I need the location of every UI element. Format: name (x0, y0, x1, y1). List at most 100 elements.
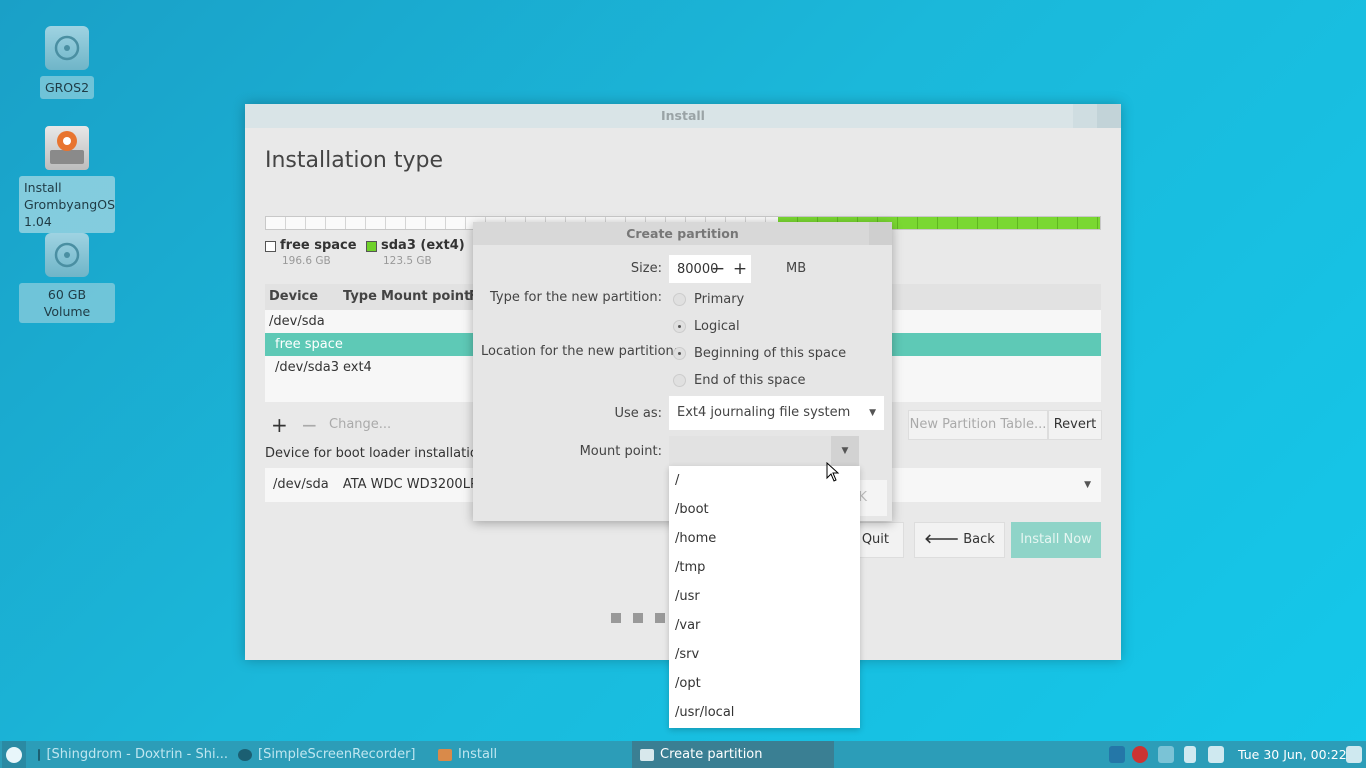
window-titlebar[interactable]: Install (245, 104, 1121, 128)
boot-device: /dev/sda (273, 477, 329, 492)
use-as-value: Ext4 journaling file system (677, 405, 851, 420)
radio-label: Primary (694, 292, 745, 307)
desktop-icon-60gb-volume[interactable]: 60 GB Volume (19, 233, 115, 323)
arrow-left-icon: 🡐 (924, 532, 960, 547)
radio-circle-checked (673, 320, 686, 333)
start-menu-icon (6, 746, 22, 763)
installer-icon (45, 126, 89, 170)
drive-icon (45, 26, 89, 70)
add-partition-button[interactable]: + (271, 413, 288, 437)
screenshot-icon[interactable] (1346, 746, 1362, 763)
back-label: Back (963, 532, 995, 547)
radio-circle (673, 374, 686, 387)
dropdown-option-usr-local[interactable]: /usr/local (669, 698, 860, 727)
radio-end[interactable]: End of this space (673, 373, 806, 388)
record-icon[interactable] (1132, 746, 1148, 763)
legend-name: sda3 (ext4) (381, 238, 465, 253)
dropdown-option-srv[interactable]: /srv (669, 640, 860, 669)
plus-icon[interactable]: + (729, 259, 751, 279)
mount-point-dropdown[interactable]: / /boot /home /tmp /usr /var /srv /opt /… (669, 466, 860, 728)
minus-icon[interactable]: − (707, 259, 729, 279)
dropdown-option-boot[interactable]: /boot (669, 495, 860, 524)
volume-icon[interactable] (1208, 746, 1224, 763)
mouse-cursor-icon (826, 462, 840, 482)
dropdown-option-tmp[interactable]: /tmp (669, 553, 860, 582)
taskbar-item-install[interactable]: Install (432, 741, 628, 768)
radio-label: Beginning of this space (694, 346, 847, 361)
row-type: ext4 (343, 360, 372, 375)
radio-primary[interactable]: Primary (673, 292, 744, 307)
taskbar-item-label: Create partition (660, 747, 763, 762)
legend-size: 196.6 GB (282, 255, 331, 267)
progress-dot (611, 613, 621, 623)
use-as-label: Use as: (614, 406, 662, 421)
dropdown-option-opt[interactable]: /opt (669, 669, 860, 698)
chevron-down-icon: ▼ (869, 408, 876, 418)
radio-logical[interactable]: Logical (673, 319, 740, 334)
size-unit: MB (786, 261, 807, 276)
legend-name: free space (280, 238, 357, 253)
page-title: Installation type (265, 148, 443, 173)
radio-label: End of this space (694, 373, 806, 388)
progress-dots (611, 613, 665, 623)
type-label: Type for the new partition: (489, 290, 662, 305)
battery-icon[interactable] (1184, 746, 1196, 763)
dialog-close-button[interactable] (869, 222, 892, 245)
recorder-icon (238, 748, 252, 761)
network-icon[interactable] (1158, 746, 1174, 763)
row-device: /dev/sda3 (275, 360, 339, 375)
radio-label: Logical (694, 319, 740, 334)
size-label: Size: (630, 261, 662, 276)
col-mount-point[interactable]: Mount point (377, 284, 470, 310)
dropdown-option-var[interactable]: /var (669, 611, 860, 640)
taskbar-item-label: [Shingdrom - Doxtrin - Shi... (46, 747, 228, 762)
back-button[interactable]: 🡐 Back (914, 522, 1005, 558)
row-device: free space (275, 337, 343, 352)
size-input[interactable]: 80000 (669, 262, 718, 277)
progress-dot (655, 613, 665, 623)
location-label: Location for the new partition: (481, 344, 679, 359)
progress-dot (633, 613, 643, 623)
legend-size: 123.5 GB (383, 255, 432, 267)
dropdown-option-usr[interactable]: /usr (669, 582, 860, 611)
install-now-button[interactable]: Install Now (1011, 522, 1101, 558)
col-device[interactable]: Device (265, 284, 339, 310)
taskbar-item-create-partition[interactable]: Create partition (632, 741, 834, 768)
taskbar-item-shingdrom[interactable]: [Shingdrom - Doxtrin - Shi... (32, 741, 228, 768)
installer-icon (438, 748, 452, 761)
radio-beginning[interactable]: Beginning of this space (673, 346, 846, 361)
boot-loader-label: Device for boot loader installation: (265, 446, 491, 461)
legend-swatch (265, 241, 276, 252)
desktop-icon-gros2[interactable]: GROS2 (19, 26, 115, 99)
size-spinbutton[interactable]: 80000 − + (669, 255, 751, 283)
drive-icon (45, 233, 89, 277)
row-device: /dev/sda (269, 314, 325, 329)
dropdown-option-home[interactable]: /home (669, 524, 860, 553)
radio-circle (673, 293, 686, 306)
window-controls[interactable] (1073, 104, 1121, 128)
legend-swatch (366, 241, 377, 252)
radio-circle-checked (673, 347, 686, 360)
new-partition-table-button[interactable]: New Partition Table... (908, 410, 1048, 440)
col-type[interactable]: Type (339, 284, 377, 310)
desktop-icon-label: Install GrombyangOS 1.04 (19, 176, 115, 233)
window-icon (640, 748, 654, 761)
clock[interactable]: Tue 30 Jun, 00:22 (1238, 741, 1347, 768)
start-menu-button[interactable] (2, 741, 26, 768)
terminal-icon (38, 748, 41, 761)
taskbar: [Shingdrom - Doxtrin - Shi... [SimpleScr… (0, 741, 1366, 768)
legend-sda3: sda3 (ext4) 123.5 GB (366, 238, 465, 267)
change-partition-button[interactable]: Change... (329, 417, 391, 432)
taskbar-item-label: [SimpleScreenRecorder] (258, 747, 416, 762)
dialog-titlebar[interactable]: Create partition (473, 222, 892, 245)
desktop-icon-install[interactable]: Install GrombyangOS 1.04 (19, 126, 115, 233)
desktop-icon-label: 60 GB Volume (19, 283, 115, 323)
revert-button[interactable]: Revert (1048, 410, 1102, 440)
bluetooth-icon[interactable] (1109, 746, 1125, 763)
taskbar-item-simplescreenrecorder[interactable]: [SimpleScreenRecorder] (232, 741, 428, 768)
remove-partition-button[interactable]: − (301, 413, 318, 437)
dialog-title: Create partition (626, 226, 739, 241)
use-as-select[interactable]: Ext4 journaling file system ▼ (669, 396, 884, 430)
legend-free-space: free space 196.6 GB (265, 238, 357, 267)
taskbar-item-label: Install (458, 747, 498, 762)
